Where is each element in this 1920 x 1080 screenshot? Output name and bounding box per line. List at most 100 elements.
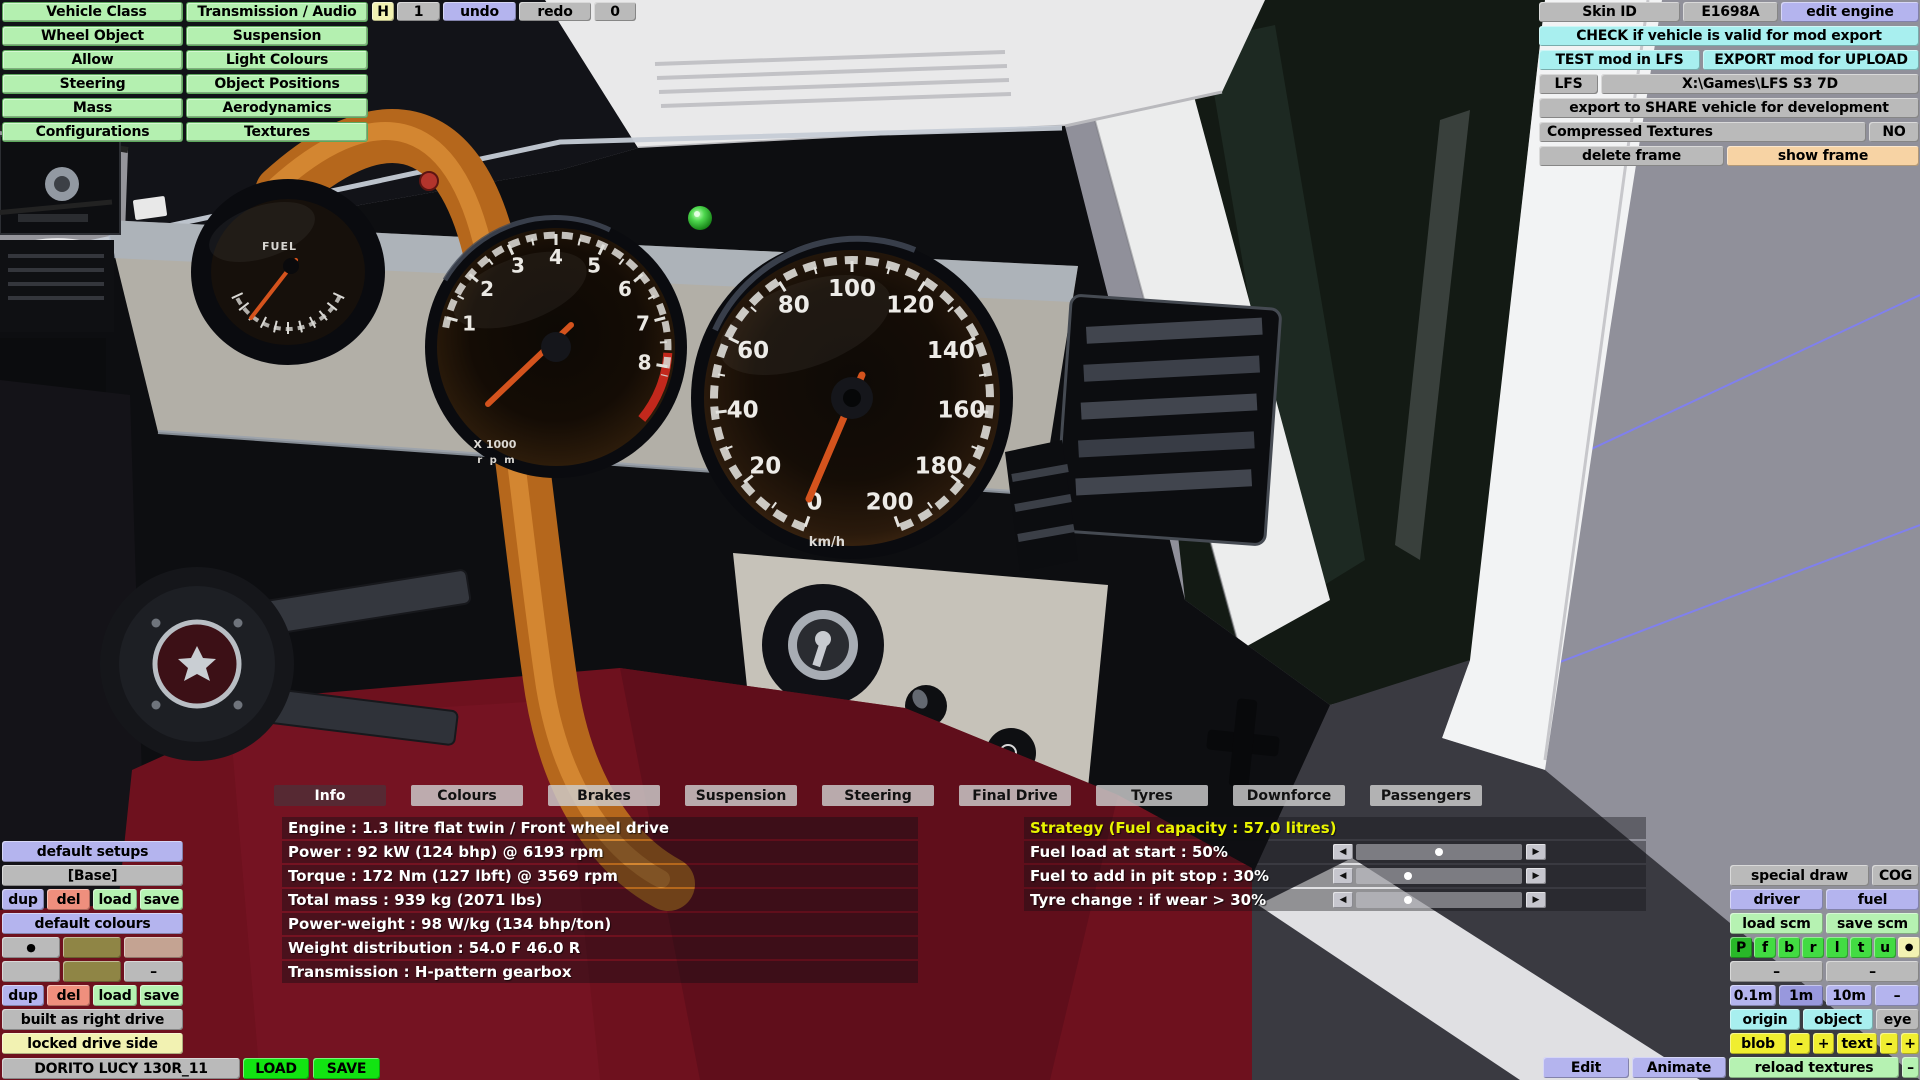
- tyre-change-decrease-button[interactable]: ◀: [1333, 892, 1353, 908]
- tab-brakes[interactable]: Brakes: [548, 785, 660, 806]
- load-vehicle-button[interactable]: LOAD: [243, 1058, 309, 1079]
- cog-button[interactable]: COG: [1872, 865, 1919, 886]
- test-mod-button[interactable]: TEST mod in LFS: [1539, 50, 1700, 70]
- default-setups-button[interactable]: default setups: [2, 841, 183, 862]
- colour-save-button[interactable]: save: [140, 985, 183, 1006]
- colour-load-button[interactable]: load: [93, 985, 137, 1006]
- tyre-change-slider-handle[interactable]: [1404, 896, 1412, 904]
- view-origin-button[interactable]: origin: [1730, 1009, 1800, 1030]
- setup-load-button[interactable]: load: [93, 889, 137, 910]
- lfs-path[interactable]: X:\Games\LFS S3 7D: [1601, 74, 1919, 94]
- draw-toggle-l[interactable]: l: [1826, 937, 1848, 958]
- view-dash-left[interactable]: –: [1730, 961, 1823, 982]
- skin-id-value[interactable]: E1698A: [1683, 2, 1778, 22]
- menu-textures[interactable]: Textures: [186, 122, 368, 142]
- menu-suspension[interactable]: Suspension: [186, 26, 368, 46]
- draw-toggle-p[interactable]: P: [1730, 937, 1752, 958]
- view-dash-right[interactable]: –: [1826, 961, 1919, 982]
- pit-fuel-slider-handle[interactable]: [1404, 872, 1412, 880]
- grid-scale-1m[interactable]: 1m: [1779, 985, 1823, 1006]
- menu-allow[interactable]: Allow: [2, 50, 183, 70]
- locked-drive-side-button[interactable]: locked drive side: [2, 1033, 183, 1054]
- draw-toggle-u[interactable]: u: [1874, 937, 1896, 958]
- driver-button[interactable]: driver: [1730, 889, 1823, 910]
- draw-toggle-r[interactable]: r: [1802, 937, 1824, 958]
- animate-mode-button[interactable]: Animate: [1632, 1057, 1726, 1078]
- menu-object-positions[interactable]: Object Positions: [186, 74, 368, 94]
- skin-id-label[interactable]: Skin ID: [1539, 2, 1680, 22]
- history-position[interactable]: 0: [594, 2, 636, 21]
- setup-dup-button[interactable]: dup: [2, 889, 44, 910]
- fuel-load-slider-handle[interactable]: [1435, 848, 1443, 856]
- delete-frame-button[interactable]: delete frame: [1539, 146, 1724, 166]
- default-colours-button[interactable]: default colours: [2, 913, 183, 934]
- blob-minus-button[interactable]: –: [1789, 1033, 1810, 1054]
- undo-button[interactable]: undo: [443, 2, 516, 21]
- lfs-button[interactable]: LFS: [1539, 74, 1598, 94]
- save-scm-button[interactable]: save scm: [1826, 913, 1919, 934]
- vehicle-name-button[interactable]: DORITO LUCY 130R_11: [2, 1058, 240, 1079]
- history-mode-button[interactable]: H: [372, 2, 394, 21]
- tab-colours[interactable]: Colours: [411, 785, 523, 806]
- text-plus-button[interactable]: +: [1901, 1033, 1919, 1054]
- setup-base-button[interactable]: [Base]: [2, 865, 183, 886]
- colour-dup-button[interactable]: dup: [2, 985, 44, 1006]
- pit-fuel-increase-button[interactable]: ▶: [1526, 868, 1546, 884]
- tyre-change-slider[interactable]: [1356, 892, 1522, 908]
- check-vehicle-button[interactable]: CHECK if vehicle is valid for mod export: [1539, 26, 1919, 46]
- blob-plus-button[interactable]: +: [1813, 1033, 1834, 1054]
- menu-configurations[interactable]: Configurations: [2, 122, 183, 142]
- grid-scale-01m[interactable]: 0.1m: [1730, 985, 1776, 1006]
- compressed-textures-label[interactable]: Compressed Textures: [1539, 122, 1866, 142]
- setup-del-button[interactable]: del: [47, 889, 90, 910]
- edit-mode-button[interactable]: Edit: [1543, 1057, 1629, 1078]
- reload-textures-button[interactable]: reload textures: [1729, 1057, 1899, 1078]
- text-minus-button[interactable]: –: [1880, 1033, 1898, 1054]
- fuel-load-slider[interactable]: [1356, 844, 1522, 860]
- draw-toggle-dot[interactable]: ●: [1898, 937, 1920, 958]
- tab-tyres[interactable]: Tyres: [1096, 785, 1208, 806]
- built-right-drive-button[interactable]: built as right drive: [2, 1009, 183, 1030]
- tab-steering[interactable]: Steering: [822, 785, 934, 806]
- fuel-load-decrease-button[interactable]: ◀: [1333, 844, 1353, 860]
- fuel-button[interactable]: fuel: [1826, 889, 1919, 910]
- redo-button[interactable]: redo: [519, 2, 591, 21]
- tab-info[interactable]: Info: [274, 785, 386, 806]
- show-frame-button[interactable]: show frame: [1727, 146, 1919, 166]
- special-draw-button[interactable]: special draw: [1730, 865, 1869, 886]
- menu-steering[interactable]: Steering: [2, 74, 183, 94]
- export-mod-button[interactable]: EXPORT mod for UPLOAD: [1703, 50, 1919, 70]
- view-eye-button[interactable]: eye: [1876, 1009, 1919, 1030]
- setup-save-button[interactable]: save: [140, 889, 183, 910]
- menu-wheel-object[interactable]: Wheel Object: [2, 26, 183, 46]
- menu-transmission-audio[interactable]: Transmission / Audio: [186, 2, 368, 22]
- colour-slot-empty[interactable]: –: [124, 961, 183, 982]
- tab-final-drive[interactable]: Final Drive: [959, 785, 1071, 806]
- view-object-button[interactable]: object: [1803, 1009, 1873, 1030]
- tab-suspension[interactable]: Suspension: [685, 785, 797, 806]
- pit-fuel-slider[interactable]: [1356, 868, 1522, 884]
- colour-slot-olive-2[interactable]: [63, 961, 121, 982]
- colour-slot-grey[interactable]: [2, 961, 60, 982]
- save-vehicle-button[interactable]: SAVE: [313, 1058, 380, 1079]
- menu-light-colours[interactable]: Light Colours: [186, 50, 368, 70]
- colour-del-button[interactable]: del: [47, 985, 90, 1006]
- text-button[interactable]: text: [1837, 1033, 1877, 1054]
- colour-slot-tan[interactable]: [124, 937, 183, 958]
- pit-fuel-decrease-button[interactable]: ◀: [1333, 868, 1353, 884]
- colour-slot-selected[interactable]: ●: [2, 937, 60, 958]
- menu-vehicle-class[interactable]: Vehicle Class: [2, 2, 183, 22]
- grid-scale-off[interactable]: –: [1875, 985, 1919, 1006]
- tab-downforce[interactable]: Downforce: [1233, 785, 1345, 806]
- tab-passengers[interactable]: Passengers: [1370, 785, 1482, 806]
- fuel-load-increase-button[interactable]: ▶: [1526, 844, 1546, 860]
- menu-aerodynamics[interactable]: Aerodynamics: [186, 98, 368, 118]
- draw-toggle-t[interactable]: t: [1850, 937, 1872, 958]
- draw-toggle-f[interactable]: f: [1754, 937, 1776, 958]
- edit-engine-button[interactable]: edit engine: [1781, 2, 1919, 22]
- colour-slot-olive-1[interactable]: [63, 937, 121, 958]
- blob-button[interactable]: blob: [1730, 1033, 1786, 1054]
- draw-toggle-b[interactable]: b: [1778, 937, 1800, 958]
- share-vehicle-button[interactable]: export to SHARE vehicle for development: [1539, 98, 1919, 118]
- tyre-change-increase-button[interactable]: ▶: [1526, 892, 1546, 908]
